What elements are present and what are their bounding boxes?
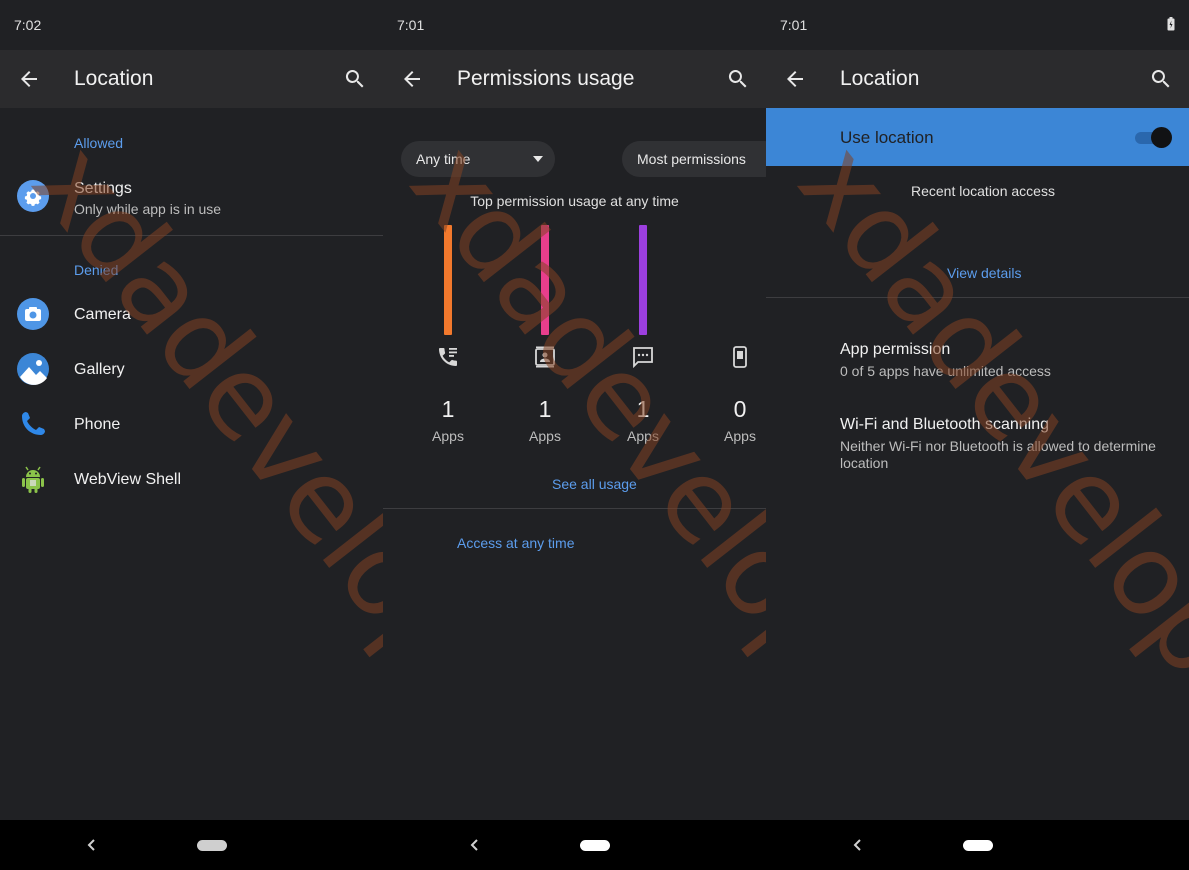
setting-title: Wi-Fi and Bluetooth scanning: [840, 416, 1049, 433]
back-arrow-icon[interactable]: [17, 67, 41, 91]
sort-filter-chip[interactable]: Most permissions: [622, 141, 766, 177]
search-icon[interactable]: [1149, 67, 1173, 91]
wifi-bluetooth-scanning-row[interactable]: Wi-Fi and Bluetooth scanning Neither Wi-…: [766, 405, 1189, 480]
status-time: 7:01: [780, 17, 808, 33]
status-time: 7:01: [397, 17, 425, 33]
search-icon[interactable]: [343, 67, 367, 91]
app-name: WebView Shell: [74, 471, 182, 488]
chart-column: 1 Apps: [510, 225, 580, 455]
toggle-thumb: [1151, 127, 1172, 148]
setting-detail: Neither Wi-Fi nor Bluetooth is allowed t…: [840, 438, 1156, 471]
contacts-icon: [535, 346, 555, 368]
see-all-usage-link[interactable]: See all usage: [552, 476, 637, 492]
app-row-settings[interactable]: Settings Only while app is in use: [0, 170, 383, 226]
section-divider: [383, 508, 766, 509]
section-divider: [766, 297, 1189, 298]
app-name: Camera: [74, 306, 131, 323]
back-arrow-icon[interactable]: [783, 67, 807, 91]
use-location-toggle[interactable]: [1133, 127, 1172, 148]
chart-bar: [541, 225, 549, 335]
app-row-phone[interactable]: Phone: [0, 400, 383, 450]
app-row-camera[interactable]: Camera: [0, 290, 383, 340]
location-screen-left: 7:02 Location Allowed Settings Only whil…: [0, 0, 383, 820]
status-bar: 7:02: [0, 0, 383, 50]
chart-column: 1 Apps: [608, 225, 678, 455]
navigation-bar: [0, 820, 1189, 870]
section-divider: [0, 235, 383, 236]
chart-bar: [444, 225, 452, 335]
chart-column: 1 Apps: [413, 225, 483, 455]
recent-location-access-heading: Recent location access: [911, 183, 1055, 199]
chart-unit-label: Apps: [627, 428, 659, 444]
permissions-usage-screen: 7:01 Permissions usage Any time Most per…: [383, 0, 766, 820]
access-any-time-link[interactable]: Access at any time: [457, 535, 575, 551]
app-name: Phone: [74, 416, 121, 433]
battery-icon: [1167, 17, 1175, 31]
settings-gear-icon: [17, 180, 49, 212]
use-location-label: Use location: [840, 128, 934, 147]
call-log-icon: [439, 348, 457, 366]
nav-back-icon[interactable]: [468, 837, 482, 853]
chart-unit-label: Apps: [432, 428, 464, 444]
chart-value-label: 1: [538, 396, 552, 422]
time-filter-dropdown[interactable]: Any time: [401, 141, 555, 177]
chart-column: 0 Apps: [705, 225, 766, 455]
setting-title: App permission: [840, 341, 951, 358]
nav-back-icon[interactable]: [851, 837, 865, 853]
camera-icon: [17, 298, 49, 330]
chart-value-label: 1: [441, 396, 455, 422]
page-title: Location: [840, 67, 920, 90]
use-location-row[interactable]: Use location: [766, 108, 1189, 166]
chart-bar: [639, 225, 647, 335]
dropdown-arrow-icon: [533, 156, 543, 162]
sms-icon: [633, 347, 653, 369]
app-permission-detail: Only while app is in use: [74, 201, 222, 217]
chart-title: Top permission usage at any time: [470, 193, 679, 209]
app-name: Settings: [74, 180, 132, 197]
app-bar: Permissions usage: [383, 50, 766, 108]
android-icon: [22, 466, 44, 493]
back-arrow-icon[interactable]: [400, 67, 424, 91]
page-title: Permissions usage: [457, 67, 635, 90]
allowed-section-label: Allowed: [74, 135, 124, 151]
app-bar: Location: [766, 50, 1189, 108]
status-bar: 7:01: [766, 0, 1189, 50]
page-title: Location: [74, 67, 154, 90]
phone-icon: [22, 412, 45, 435]
chart-value-label: 1: [636, 396, 650, 422]
setting-detail: 0 of 5 apps have unlimited access: [840, 363, 1051, 379]
app-row-gallery[interactable]: Gallery: [0, 345, 383, 395]
gallery-icon: [17, 353, 49, 385]
denied-section-label: Denied: [74, 262, 119, 278]
search-icon[interactable]: [726, 67, 750, 91]
nav-home-pill[interactable]: [197, 840, 227, 851]
app-name: Gallery: [74, 361, 125, 378]
phone-device-icon: [733, 346, 747, 368]
sort-filter-label: Most permissions: [637, 151, 746, 167]
chart-unit-label: Apps: [724, 428, 756, 444]
location-settings-screen: 7:01 Location Use location Recent locati…: [766, 0, 1189, 820]
chart-unit-label: Apps: [529, 428, 561, 444]
status-bar: 7:01: [383, 0, 766, 50]
status-time: 7:02: [14, 17, 42, 33]
app-bar: Location: [0, 50, 383, 108]
time-filter-label: Any time: [416, 151, 471, 167]
nav-home-pill[interactable]: [580, 840, 610, 851]
nav-home-pill[interactable]: [963, 840, 993, 851]
view-details-link[interactable]: View details: [947, 265, 1021, 281]
chart-value-label: 0: [733, 396, 747, 422]
app-permission-row[interactable]: App permission 0 of 5 apps have unlimite…: [766, 330, 1189, 390]
app-row-webview-shell[interactable]: WebView Shell: [0, 455, 383, 505]
nav-back-icon[interactable]: [85, 837, 99, 853]
